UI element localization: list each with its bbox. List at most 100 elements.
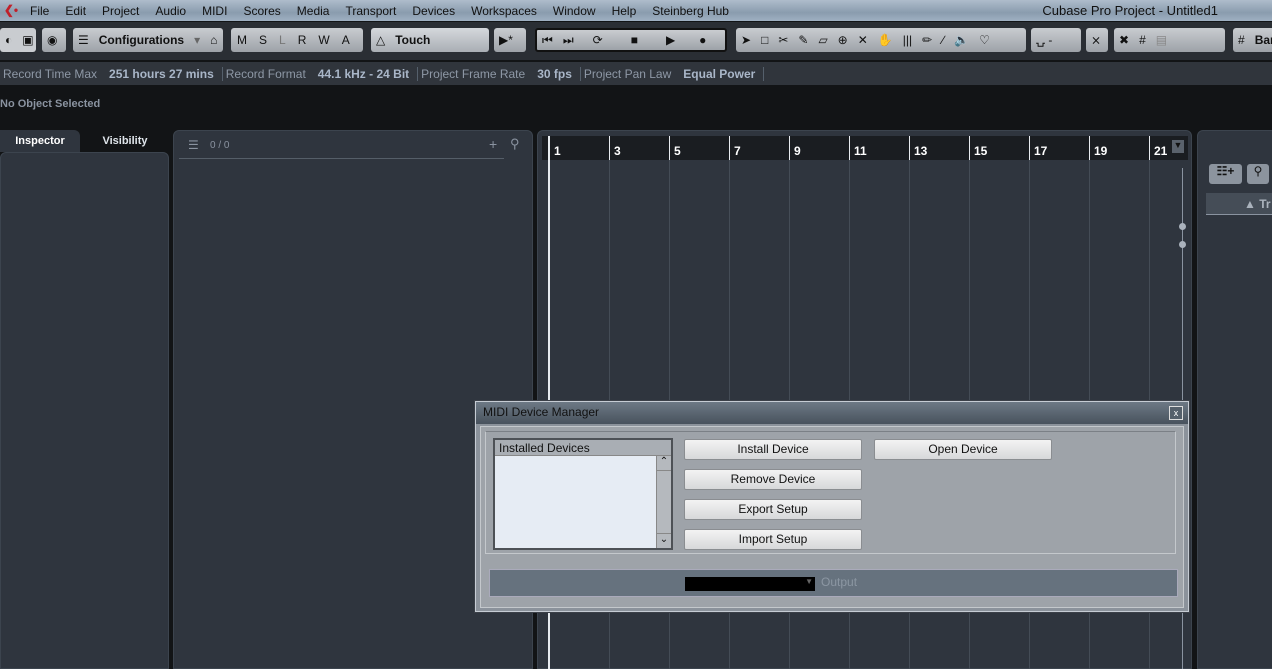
- autoscroll-follow-button[interactable]: ⨯: [1086, 28, 1108, 52]
- color-tool-icon[interactable]: ♡: [974, 33, 995, 47]
- scroll-up-icon[interactable]: ⌃: [657, 456, 671, 471]
- cycle-icon[interactable]: ⟳: [579, 33, 617, 47]
- range-tool-icon[interactable]: □: [756, 33, 773, 47]
- info-label: Project Frame Rate: [421, 66, 526, 81]
- close-button[interactable]: x: [1169, 406, 1183, 420]
- ruler-bar-label: 7: [729, 136, 741, 160]
- split-tool-icon[interactable]: ✂: [773, 33, 793, 47]
- menu-workspaces[interactable]: Workspaces: [463, 4, 545, 18]
- right-zone-panel: ☷+ ⚲ ▲ Tr: [1197, 130, 1272, 669]
- menu-audio[interactable]: Audio: [147, 4, 194, 18]
- tab-inspector[interactable]: Inspector: [0, 130, 80, 152]
- draw-tool-icon[interactable]: ✏: [917, 33, 937, 47]
- automation-button-w[interactable]: W: [312, 33, 335, 47]
- info-value[interactable]: 30 fps: [531, 66, 581, 81]
- autoscroll-button[interactable]: ▶*: [494, 28, 526, 52]
- import-setup-button[interactable]: Import Setup: [684, 529, 862, 550]
- record-icon[interactable]: ●: [689, 33, 716, 47]
- menu-steinberg-hub[interactable]: Steinberg Hub: [644, 4, 737, 18]
- installed-devices-list[interactable]: Installed Devices ⌃ ⌄: [493, 438, 673, 550]
- install-device-button[interactable]: Install Device: [684, 439, 862, 460]
- menu-window[interactable]: Window: [545, 4, 604, 18]
- erase-tool-icon[interactable]: ▱: [813, 33, 832, 47]
- info-label: Record Format: [225, 66, 306, 81]
- speaker-tool-icon[interactable]: 🔈: [949, 33, 974, 47]
- automation-button-l[interactable]: L: [273, 33, 292, 47]
- play-icon[interactable]: ▶: [652, 33, 689, 47]
- dialog-title: MIDI Device Manager: [476, 402, 1188, 424]
- menu-transport[interactable]: Transport: [337, 4, 404, 18]
- toolbar: ◐ ▣ ◉ ☰ Configurations ▾ ⌂ MSLRWA △ Touch ▶* …: [0, 22, 1272, 60]
- object-selection-tool-icon[interactable]: ➤: [736, 33, 756, 47]
- add-instrument-button[interactable]: ☷+: [1209, 164, 1242, 184]
- remove-device-button[interactable]: Remove Device: [684, 469, 862, 490]
- constrain-delay-button[interactable]: ◉: [42, 28, 66, 52]
- ruler-menu-button[interactable]: ▼: [1172, 140, 1184, 153]
- info-label: Project Pan Law: [583, 66, 672, 81]
- info-value[interactable]: Equal Power: [677, 66, 765, 81]
- info-value[interactable]: 251 hours 27 mins: [103, 66, 223, 81]
- midi-device-manager-dialog: MIDI Device Manager x Installed Devices …: [475, 401, 1189, 612]
- grid-type-dropdown[interactable]: #Bar: [1233, 28, 1272, 52]
- list-scrollbar[interactable]: ⌃ ⌄: [656, 456, 671, 548]
- automation-mode-dropdown[interactable]: △ Touch: [371, 28, 489, 52]
- output-dropdown[interactable]: ▼: [685, 577, 815, 591]
- go-to-start-icon[interactable]: ⏮: [537, 33, 558, 48]
- output-label: Output: [821, 575, 858, 589]
- menu-project[interactable]: Project: [94, 4, 147, 18]
- configurations-dropdown[interactable]: ☰ Configurations ▾ ⌂: [73, 28, 223, 52]
- tab-visibility[interactable]: Visibility: [85, 130, 165, 152]
- hand-tool-icon[interactable]: ✋: [873, 33, 898, 47]
- menu-media[interactable]: Media: [289, 4, 338, 18]
- automation-button-m[interactable]: M: [231, 33, 253, 47]
- zoom-tool-icon[interactable]: ⊕: [833, 33, 853, 47]
- inspector-panel: [0, 152, 169, 669]
- ruler[interactable]: 1 3 5 7 9 11 13 15 17 19 21: [542, 136, 1188, 160]
- menu-midi[interactable]: MIDI: [194, 4, 235, 18]
- info-line: Record Time Max 251 hours 27 mins Record F…: [0, 62, 1272, 85]
- ruler-bar-label: 3: [609, 136, 621, 160]
- configurations-label: Configurations: [98, 33, 185, 47]
- nudge-palette[interactable]: ⍽ -: [1031, 28, 1081, 52]
- go-to-end-icon[interactable]: ⏭: [558, 33, 579, 48]
- add-track-icon[interactable]: +: [489, 136, 497, 152]
- ruler-bar-label: 21: [1149, 136, 1167, 160]
- menu-file[interactable]: File: [22, 4, 57, 18]
- menu-help[interactable]: Help: [604, 4, 645, 18]
- open-device-button[interactable]: Open Device: [874, 439, 1052, 460]
- ruler-bar-label: 15: [969, 136, 987, 160]
- snap-controls[interactable]: ✖ # ▤: [1114, 28, 1225, 52]
- menu-edit[interactable]: Edit: [57, 4, 94, 18]
- zoom-slider-handle[interactable]: [1179, 223, 1186, 230]
- ruler-bar-label: 17: [1029, 136, 1047, 160]
- window-title: Cubase Pro Project - Untitled1: [1042, 3, 1218, 18]
- mute-tool-icon[interactable]: ✕: [853, 33, 873, 47]
- menu-devices[interactable]: Devices: [404, 4, 463, 18]
- automation-button-a[interactable]: A: [336, 33, 356, 47]
- cubase-logo-icon[interactable]: ❮•: [0, 0, 22, 21]
- tool-buttons: ➤ □ ✂ ✎ ▱ ⊕ ✕ ✋ ||| ✏ ∕ 🔈 ♡: [736, 28, 1026, 52]
- automation-button-s[interactable]: S: [253, 33, 273, 47]
- search-button[interactable]: ⚲: [1247, 164, 1269, 184]
- timewarp-tool-icon[interactable]: |||: [898, 33, 917, 47]
- ruler-bar-label: 11: [849, 136, 867, 160]
- title-bar: ❮• File Edit Project Audio MIDI Scores Media Tr…: [0, 0, 1272, 21]
- automation-button-r[interactable]: R: [292, 33, 313, 47]
- menu-scores[interactable]: Scores: [235, 4, 288, 18]
- transport-controls: ⏮ ⏭ ⟳ ■ ▶ ●: [535, 28, 727, 52]
- track-list-menu-icon[interactable]: ☰: [188, 138, 199, 152]
- layout-buttons[interactable]: ◐ ▣: [0, 28, 36, 52]
- ruler-bar-label: 13: [909, 136, 927, 160]
- export-setup-button[interactable]: Export Setup: [684, 499, 862, 520]
- output-row: ▼ Output: [489, 569, 1178, 597]
- right-zone-header[interactable]: ▲ Tr: [1206, 193, 1272, 215]
- info-value[interactable]: 44.1 kHz - 24 Bit: [312, 66, 419, 81]
- glue-tool-icon[interactable]: ✎: [793, 33, 813, 47]
- search-icon[interactable]: ⚲: [510, 136, 520, 152]
- line-tool-icon[interactable]: ∕: [937, 33, 949, 47]
- zoom-slider-handle[interactable]: [1179, 241, 1186, 248]
- stop-icon[interactable]: ■: [617, 33, 652, 47]
- automation-icon: △: [376, 33, 386, 47]
- scroll-down-icon[interactable]: ⌄: [657, 533, 671, 548]
- menu-bar: File Edit Project Audio MIDI Scores Media Trans…: [22, 4, 737, 18]
